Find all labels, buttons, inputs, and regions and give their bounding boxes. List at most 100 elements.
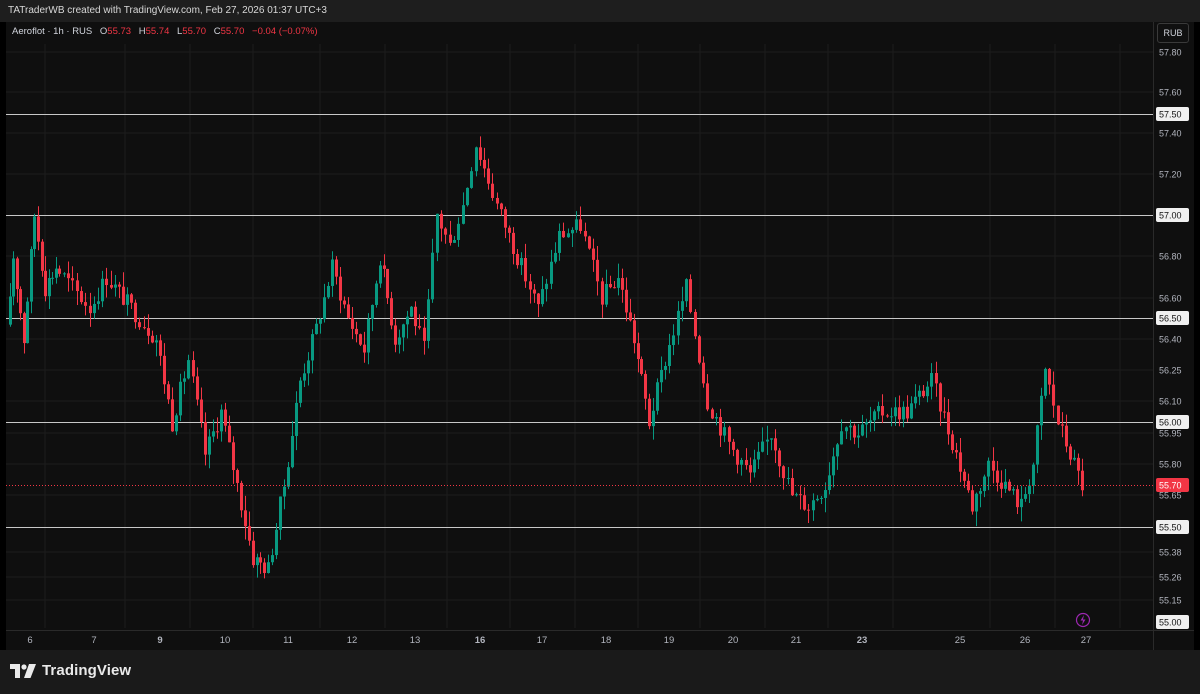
tradingview-logo[interactable]: TradingView [10,662,131,679]
candle-body [363,344,366,353]
candle-body [1032,464,1035,486]
candle-body [208,436,211,455]
candle-body [987,460,990,477]
candle-body [192,360,195,377]
candle-body [613,287,616,289]
candle-body [939,383,942,412]
candle-body [943,411,946,413]
candle-body [440,213,443,229]
candle-body [740,459,743,465]
candle-body [44,270,47,297]
price-tick-label: 56.40 [1159,335,1182,345]
candle-body [681,301,684,311]
price-tick-label: 57.60 [1159,88,1182,98]
candle-body [787,478,790,480]
candle-body [26,301,29,344]
price-tick-label: 55.38 [1159,548,1182,558]
candle-body [93,303,96,314]
candle-body [200,399,203,422]
open-value: 55.73 [107,26,132,37]
candle-body [224,409,227,426]
time-tick-label: 20 [728,635,739,646]
candle-body [183,378,186,382]
time-tick-label: 7 [91,635,96,646]
candle-body [629,312,632,321]
candle-body [105,278,108,286]
candle-body [287,467,290,487]
candle-body [918,390,921,397]
candle-body [291,435,294,468]
candle-body [347,304,350,318]
candle-body [512,232,515,254]
candle-body [869,420,872,423]
candle-body [41,241,44,271]
candle-body [275,529,278,556]
candle-body [592,248,595,260]
candle-body [130,294,133,303]
candle-body [617,278,620,288]
candle-body [359,334,362,345]
candle-body [402,324,405,338]
close-label: C [213,26,221,37]
candle-body [319,319,322,324]
price-tick-label: 55.15 [1159,596,1182,606]
candle-body [379,265,382,284]
candle-body [423,327,426,341]
candle-body [1044,368,1047,396]
candle-body [550,261,553,284]
candle-body [457,223,460,240]
candle-body [1052,384,1055,406]
candle-body [279,496,282,530]
time-tick-label: 21 [791,635,802,646]
candle-body [479,147,482,160]
candle-body [766,439,769,442]
candle-body [1077,457,1080,471]
candle-body [890,416,893,418]
candle-body [828,475,831,491]
candle-body [331,259,334,286]
currency-button[interactable]: RUB [1157,23,1189,43]
candle-body [175,415,178,432]
candle-body [252,540,255,566]
candle-body [1016,489,1019,508]
symbol-info[interactable]: Aeroflot · 1h · RUS [12,26,92,37]
candle-body [58,268,61,274]
candlestick-chart[interactable]: 57.80 57.60 57.40 57.20 56.80 56.60 56.40 56.25… [0,0,1200,650]
candle-body [500,203,503,210]
price-tick-label: 55.26 [1159,573,1182,583]
candle-body [694,311,697,337]
candle-body [849,425,852,428]
candle-body [706,383,709,410]
tradingview-logo-icon [10,663,36,678]
time-tick-label: 16 [475,635,486,646]
price-tick-label: 56.10 [1159,397,1182,407]
candle-body [1028,485,1031,495]
candle-body [803,495,806,510]
time-tick-label: 25 [955,635,966,646]
candle-body [351,317,354,329]
candle-body [406,316,409,325]
candle-body [983,476,986,492]
candle-body [640,359,643,374]
candle-body [315,323,318,335]
candle-body [12,258,15,297]
candle-body [80,291,83,303]
candle-body [9,296,12,325]
candle-body [575,219,578,230]
candle-body [179,381,182,416]
time-tick-label: 26 [1020,635,1031,646]
candle-body [30,249,33,302]
candle-body [367,318,370,353]
candle-body [76,280,79,292]
candle-body [545,283,548,290]
candle-body [571,229,574,234]
candle-body [926,386,929,397]
candle-body [761,441,764,452]
candle-body [865,422,868,425]
candle-body [812,500,815,511]
candle-body [410,306,413,317]
candle-body [873,411,876,421]
level-price-tag: 56.00 [1159,418,1182,428]
price-tick-label: 56.80 [1159,252,1182,262]
change-value: −0.04 (−0.07%) [252,26,318,37]
